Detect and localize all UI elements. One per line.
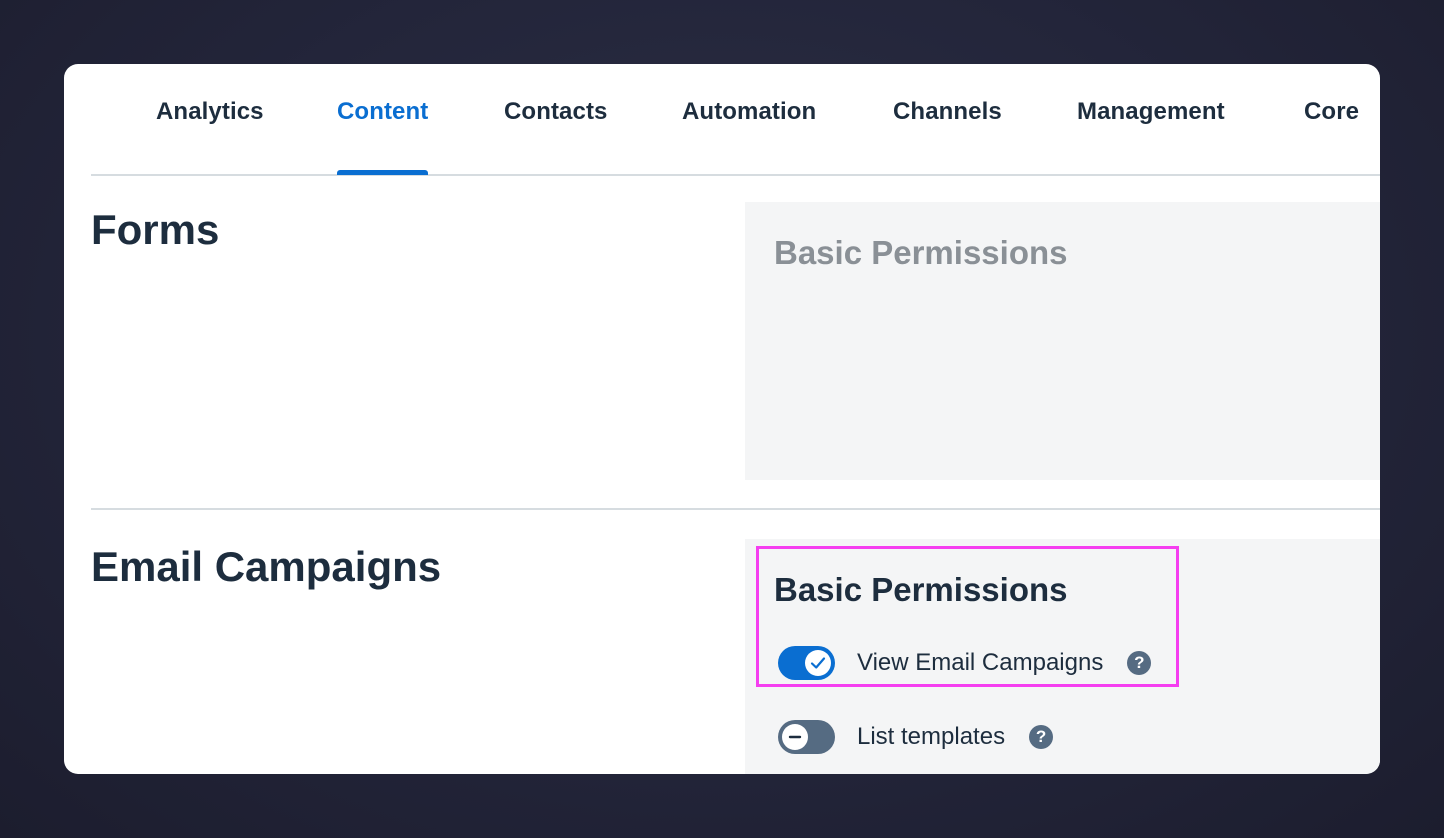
view-email-campaigns-label: View Email Campaigns [857,649,1104,676]
forms-basic-permissions-heading: Basic Permissions [774,234,1068,271]
view-email-campaigns-toggle[interactable] [778,646,835,680]
minus-icon [788,735,802,739]
email-basic-permissions-heading: Basic Permissions [774,571,1068,608]
tab-content[interactable]: Content [337,98,429,175]
permission-row-list-templates: List templates ? [778,719,1054,755]
email-campaigns-section-title: Email Campaigns [91,543,442,590]
tab-content-label: Content [337,98,429,125]
tab-channels[interactable]: Channels [893,98,1002,174]
permission-row-view-email-campaigns: View Email Campaigns ? [778,645,1152,681]
list-templates-label: List templates [857,723,1006,750]
help-icon[interactable]: ? [1127,651,1152,675]
check-icon [810,657,826,669]
forms-permissions-panel: Basic Permissions [745,202,1380,480]
toggle-knob [782,724,808,750]
active-tab-indicator [337,170,429,175]
help-icon[interactable]: ? [1029,725,1054,749]
toggle-knob [805,650,831,676]
tab-management[interactable]: Management [1077,98,1225,174]
tab-core[interactable]: Core [1304,98,1359,174]
tab-analytics[interactable]: Analytics [156,98,264,174]
tab-contacts[interactable]: Contacts [504,98,607,174]
permissions-card: Analytics Content Contacts Automation Ch… [64,64,1380,774]
email-campaigns-permissions-panel: Basic Permissions View Email Campaigns ? [745,539,1380,774]
list-templates-toggle[interactable] [778,720,835,754]
tab-bar: Analytics Content Contacts Automation Ch… [91,64,1380,176]
section-divider [91,508,1380,510]
tab-automation[interactable]: Automation [682,98,816,174]
forms-section-title: Forms [91,206,220,253]
